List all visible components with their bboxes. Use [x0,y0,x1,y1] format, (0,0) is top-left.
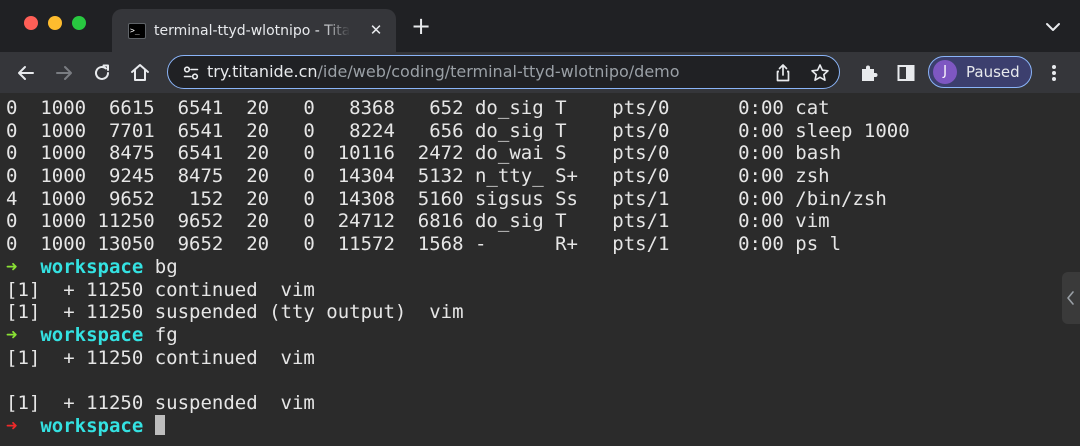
profile-button[interactable]: J Paused [928,56,1032,88]
more-menu-icon[interactable] [1041,60,1067,86]
output-line: [1] + 11250 suspended (tty output) vim [6,301,464,324]
close-window-button[interactable] [24,16,38,30]
prompt-arrow-icon: ➜ [6,323,18,346]
url-text[interactable]: try.titanide.cn/ide/web/coding/terminal-… [207,62,680,82]
profile-status: Paused [966,63,1020,81]
terminal-favicon-icon: >_ [128,23,146,39]
tab-close-icon[interactable]: ✕ [366,20,386,40]
output-line: [1] + 11250 continued vim [6,346,315,369]
ps-row: 4 1000 9652 152 20 0 14308 5160 sigsus S… [6,187,887,210]
ps-row: 0 1000 13050 9652 20 0 11572 1568 - R+ p… [6,233,842,256]
maximize-window-button[interactable] [72,16,86,30]
url-path: /ide/web/coding/terminal-ttyd-wlotnipo/d… [317,62,680,81]
reload-icon[interactable] [89,60,115,86]
back-arrow-icon[interactable] [13,60,39,86]
minimize-window-button[interactable] [48,16,62,30]
command-text: fg [154,323,178,346]
bookmark-star-icon[interactable] [810,63,830,83]
share-icon[interactable] [773,63,793,83]
forward-arrow-icon[interactable] [51,60,77,86]
url-host: try.titanide.cn [207,62,318,81]
text-cursor [154,414,165,435]
new-tab-button[interactable]: + [409,14,433,39]
ps-row: 0 1000 9245 8475 20 0 14304 5132 n_tty_ … [6,165,830,188]
prompt-directory: workspace [40,414,144,437]
prompt-directory: workspace [40,255,144,278]
ps-row: 0 1000 6615 6541 20 0 8368 652 do_sig T … [6,97,830,119]
avatar: J [933,60,957,84]
prompt-directory: workspace [40,323,144,346]
prompt-line: ➜ workspace bg [6,256,910,279]
tab-title: terminal-ttyd-wlotnipo - TitanIDE [154,21,350,41]
terminal-view[interactable]: 0 1000 6615 6541 20 0 8368 652 do_sig T … [0,93,1080,446]
side-panel-icon[interactable] [893,60,919,86]
tab-search-chevron-down-icon[interactable] [1042,16,1064,38]
browser-toolbar: try.titanide.cn/ide/web/coding/terminal-… [0,52,1080,93]
home-icon[interactable] [127,60,153,86]
ps-row: 0 1000 8475 6541 20 0 10116 2472 do_wai … [6,142,842,165]
output-line: [1] + 11250 continued vim [6,278,315,301]
side-panel-toggle[interactable] [1062,272,1080,324]
prompt-arrow-error-icon: ➜ [6,414,18,437]
extensions-puzzle-icon[interactable] [856,60,882,86]
browser-window: >_ terminal-ttyd-wlotnipo - TitanIDE ✕ +… [0,0,1080,446]
tab-strip: >_ terminal-ttyd-wlotnipo - TitanIDE ✕ + [0,0,1080,52]
ps-row: 0 1000 11250 9652 20 0 24712 6816 do_sig… [6,210,830,233]
output-line [6,369,910,392]
command-text: bg [154,255,178,278]
site-info-icon[interactable] [182,64,200,82]
terminal-output: 0 1000 6615 6541 20 0 8368 652 do_sig T … [6,97,910,437]
prompt-line[interactable]: ➜ workspace [6,414,910,438]
prompt-arrow-icon: ➜ [6,255,18,278]
prompt-line: ➜ workspace fg [6,324,910,347]
tab-terminal[interactable]: >_ terminal-ttyd-wlotnipo - TitanIDE ✕ [112,9,396,52]
output-line: [1] + 11250 suspended vim [6,391,315,414]
ps-row: 0 1000 7701 6541 20 0 8224 656 do_sig T … [6,119,910,142]
address-bar[interactable]: try.titanide.cn/ide/web/coding/terminal-… [167,55,840,89]
